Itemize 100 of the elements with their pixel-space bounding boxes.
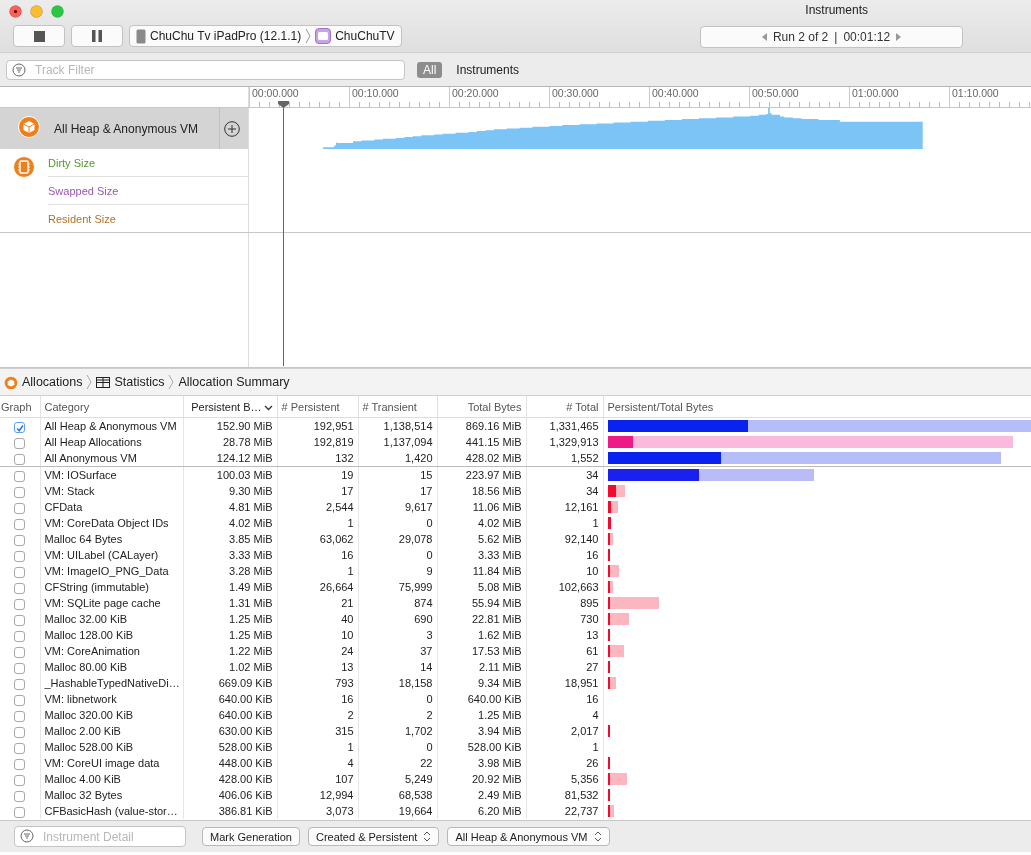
column-header[interactable]: # Persistent [277,396,358,418]
category-cell: Malloc 32.00 KiB [40,611,183,627]
checkbox[interactable] [14,598,26,610]
total-bytes-cell: 869.16 MiB [437,417,526,434]
pause-button[interactable] [71,25,123,47]
checkbox[interactable] [14,790,26,802]
checkbox[interactable] [14,566,26,578]
persistent-count-cell: 21 [277,595,358,611]
box-icon [18,116,40,138]
checkbox[interactable] [14,758,26,770]
checkbox[interactable] [14,630,26,642]
category-cell: VM: libnetwork [40,691,183,707]
mark-generation-button[interactable]: Mark Generation [202,827,300,846]
checkbox[interactable] [14,470,26,482]
checkbox[interactable] [14,437,26,449]
persistent-bytes-cell: 9.30 MiB [183,483,277,499]
transient-count-cell: 0 [358,691,437,707]
column-header[interactable]: Persistent/Total Bytes [603,396,1031,418]
close-button[interactable] [9,5,22,18]
total-bytes-cell: 428.02 MiB [437,450,526,467]
checkbox[interactable] [14,710,26,722]
transient-count-cell: 68,538 [358,787,437,803]
persistent-count-cell: 1 [277,563,358,579]
checkbox[interactable] [14,518,26,530]
category-cell: VM: CoreAnimation [40,643,183,659]
track-row[interactable]: Dirty Size Swapped Size Resident Size [0,149,248,232]
persistent-count-cell: 107 [277,771,358,787]
checkbox[interactable] [14,614,26,626]
category-cell: Malloc 64 Bytes [40,531,183,547]
checkbox[interactable] [14,774,26,786]
updown-chevron-icon [593,831,602,842]
checkbox[interactable] [14,806,26,818]
total-count-cell: 18,951 [526,675,603,691]
chevron-icon [168,375,175,389]
column-header[interactable]: Total Bytes [437,396,526,418]
app-name: ChuChuTV [335,29,395,43]
column-header[interactable]: # Transient [358,396,437,418]
run-navigator[interactable]: Run 2 of 2 | 00:01:12 [700,26,963,48]
chip-icon [13,156,35,178]
checkbox[interactable] [14,726,26,738]
checkbox[interactable] [14,678,26,690]
playhead-icon[interactable] [278,101,289,108]
category-cell: Malloc 2.00 KiB [40,723,183,739]
persistent-count-cell: 26,664 [277,579,358,595]
minimize-button[interactable] [30,5,43,18]
total-bytes-cell: 22.81 MiB [437,611,526,627]
persistent-count-cell: 63,062 [277,531,358,547]
transient-count-cell: 0 [358,739,437,755]
checkbox[interactable] [14,453,26,465]
total-count-cell: 16 [526,691,603,707]
track-filter-field[interactable]: Track Filter [6,59,405,80]
checkbox[interactable] [14,582,26,594]
persistent-bytes-cell: 152.90 MiB [183,417,277,434]
category-cell: VM: ImageIO_PNG_Data [40,563,183,579]
instrument-detail-field[interactable]: Instrument Detail [14,826,186,847]
column-header[interactable]: # Total [526,396,603,418]
column-header[interactable]: Graph [0,396,40,418]
category-cell: VM: SQLite page cache [40,595,183,611]
category-cell: Malloc 320.00 KiB [40,707,183,723]
total-count-cell: 34 [526,466,603,483]
category-cell: Malloc 32 Bytes [40,787,183,803]
transient-count-cell: 18,158 [358,675,437,691]
checkbox[interactable] [14,486,26,498]
transient-count-cell: 3 [358,627,437,643]
transient-count-cell: 1,137,094 [358,434,437,450]
breadcrumb-item[interactable]: Statistics [114,375,165,389]
transient-count-cell: 2 [358,707,437,723]
category-cell: VM: UILabel (CALayer) [40,547,183,563]
checkbox[interactable] [14,662,26,674]
breadcrumb-item[interactable]: Allocation Summary [178,375,290,389]
zoom-button[interactable] [51,5,64,18]
popup-button[interactable]: Created & Persistent [307,827,440,846]
target-selector[interactable]: ChuChu Tv iPadPro (12.1.1) ChuChuTV [129,25,402,47]
checkbox[interactable] [14,646,26,658]
checkbox[interactable] [14,534,26,546]
category-cell: All Anonymous VM [40,450,183,467]
popup-button[interactable]: All Heap & Anonymous VM [447,827,610,846]
scope-tab[interactable]: Instruments [450,61,526,78]
persistent-bytes-cell: 3.85 MiB [183,531,277,547]
persistent-count-cell: 793 [277,675,358,691]
checkbox[interactable] [14,694,26,706]
checkbox[interactable] [14,550,26,562]
total-bytes-cell: 4.02 MiB [437,515,526,531]
transient-count-cell: 14 [358,659,437,675]
column-header[interactable]: Category [40,396,183,418]
series-label: Dirty Size [48,149,248,177]
total-bytes-cell: 3.94 MiB [437,723,526,739]
column-header[interactable]: Persistent B… [183,396,277,418]
persistent-bytes-cell: 100.03 MiB [183,466,277,483]
total-bytes-cell: 2.49 MiB [437,787,526,803]
stop-button[interactable] [13,25,65,47]
checkbox[interactable] [14,502,26,514]
checkbox[interactable] [14,742,26,754]
track-row[interactable]: All Heap & Anonymous VM [0,108,248,149]
breadcrumb-item[interactable]: Allocations [22,375,83,389]
previous-icon [761,33,767,41]
checkbox[interactable] [14,421,26,433]
persistent-bytes-cell: 1.25 MiB [183,627,277,643]
total-bytes-cell: 11.06 MiB [437,499,526,515]
add-icon[interactable] [224,120,240,137]
